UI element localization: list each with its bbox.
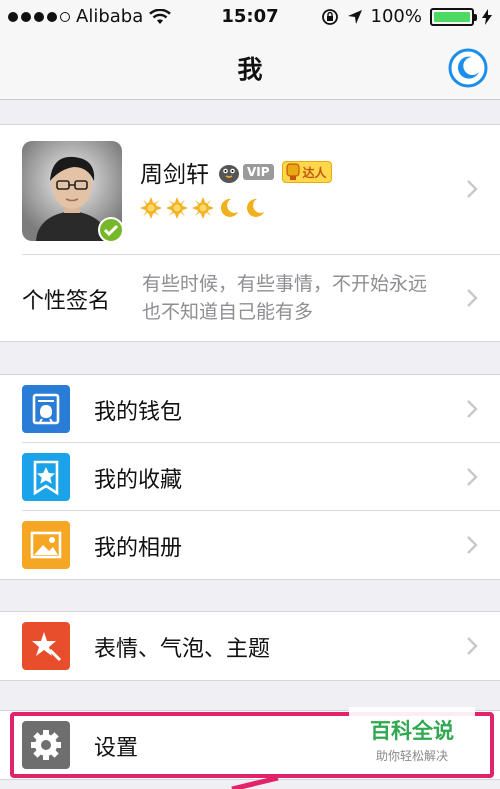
profile-group: 周剑轩 VIP 达人 个性签名 有些时候，有些事情，不开始永远也不知道自己能有多 [0,124,500,342]
wallet-icon [22,385,70,433]
chevron-right-icon [467,180,478,198]
profile-name: 周剑轩 [140,162,209,188]
sticker-theme-icon [22,622,70,670]
menu-group-2: 表情、气泡、主题 [0,611,500,681]
sun-level-icon [166,197,188,219]
menu-item-album[interactable]: 我的相册 [0,511,500,579]
battery-percent: 100% [370,6,422,27]
menu-item-label: 我的收藏 [94,468,183,493]
rotation-lock-icon [321,8,338,25]
chevron-right-icon [467,400,478,418]
profile-row[interactable]: 周剑轩 VIP 达人 [0,125,500,255]
chevron-right-icon [467,536,478,554]
charging-bolt-icon [482,8,492,25]
chevron-right-icon [467,289,478,307]
watermark: 百科全说 助你轻松解决 [349,707,475,767]
menu-group-1: 我的钱包 我的收藏 我的相册 [0,374,500,580]
vip-badge: VIP [217,160,274,184]
signature-label: 个性签名 [22,289,111,314]
trophy-icon [285,163,300,180]
menu-item-wallet[interactable]: 我的钱包 [0,375,500,443]
daren-badge: 达人 [281,161,332,183]
watermark-title: 百科全说 [370,719,454,743]
moon-level-icon [246,198,264,217]
status-right: 100% [321,6,492,27]
verified-badge-icon [98,217,124,243]
level-icons [140,197,266,219]
moon-icon[interactable] [448,48,488,88]
page-title: 我 [237,55,263,84]
navigation-bar: 我 [0,34,500,100]
penguin-icon [219,165,239,183]
menu-item-stickers-themes[interactable]: 表情、气泡、主题 [0,612,500,680]
signature-row[interactable]: 个性签名 有些时候，有些事情，不开始永远也不知道自己能有多 [0,255,500,341]
profile-name-line: 周剑轩 VIP 达人 [140,155,332,189]
vip-label: VIP [243,164,274,180]
chevron-right-icon [467,637,478,655]
pointer-arrow-icon [231,775,279,789]
location-arrow-icon [347,9,362,24]
sun-level-icon [140,197,162,219]
favorites-star-icon [22,453,70,501]
photo-album-icon [22,521,70,569]
menu-item-label: 我的相册 [94,536,183,561]
menu-item-label: 我的钱包 [94,400,183,425]
menu-item-favorites[interactable]: 我的收藏 [0,443,500,511]
status-bar: Alibaba 15:07 100% [0,0,500,34]
daren-label: 达人 [302,165,327,180]
watermark-subtitle: 助你轻松解决 [375,749,448,763]
sun-level-icon [192,197,214,219]
menu-item-label: 表情、气泡、主题 [94,637,271,662]
chevron-right-icon [467,468,478,486]
battery-fill [434,11,470,22]
moon-level-icon [220,198,238,217]
signature-text: 有些时候，有些事情，不开始永远也不知道自己能有多 [142,273,428,323]
battery-icon [430,7,477,26]
